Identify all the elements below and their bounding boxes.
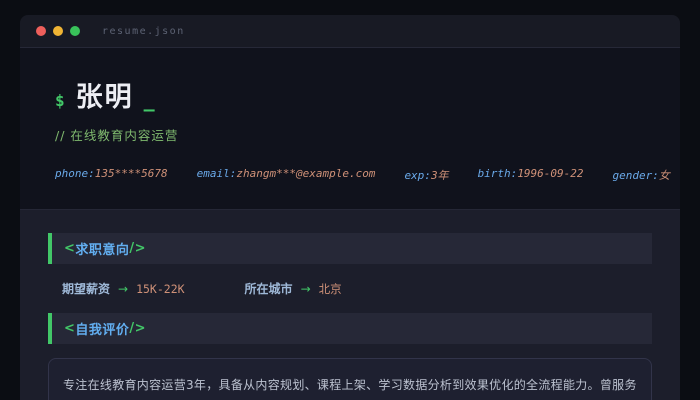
window-title: resume.json <box>102 26 185 37</box>
maximize-button[interactable] <box>70 26 80 36</box>
contact-item-birth: birth:1996-09-22 <box>478 167 584 183</box>
intent-value: 北京 <box>319 281 342 297</box>
contact-key: birth: <box>478 167 518 180</box>
contact-value: 3年 <box>431 169 449 182</box>
contact-row: phone:135****5678 email:zhangm***@exampl… <box>55 167 645 183</box>
tag-open: < <box>64 321 75 336</box>
contact-key: phone: <box>55 167 95 180</box>
contact-value: 女 <box>659 169 670 182</box>
close-button[interactable] <box>36 26 46 36</box>
terminal-window: resume.json $ 张明 _ // 在线教育内容运营 phone:135… <box>20 15 680 400</box>
contact-value: zhangm***@example.com <box>236 167 375 180</box>
contact-item-exp: exp:3年 <box>404 167 448 183</box>
arrow-right-icon: → <box>118 282 128 296</box>
contact-value: 135****5678 <box>95 167 168 180</box>
titlebar: resume.json <box>20 15 680 48</box>
header-section: $ 张明 _ // 在线教育内容运营 phone:135****5678 ema… <box>20 48 680 210</box>
arrow-right-icon: → <box>301 282 311 296</box>
tag-close: /> <box>129 241 146 256</box>
section-title: 自我评价 <box>75 319 129 338</box>
section-title: 求职意向 <box>75 239 129 258</box>
contact-item-phone: phone:135****5678 <box>55 167 168 183</box>
contact-key: email: <box>197 167 237 180</box>
intent-label: 所在城市 <box>245 280 293 297</box>
summary-text: 专注在线教育内容运营3年，具备从内容规划、课程上架、学习数据分析到效果优化的全流… <box>63 374 637 400</box>
prompt-symbol: $ <box>55 91 65 110</box>
contact-key: gender: <box>613 169 659 182</box>
contact-item-gender: gender:女 <box>613 167 670 183</box>
tag-close: /> <box>129 321 146 336</box>
resume-body: <求职意向/> 期望薪资 → 15K-22K 所在城市 → 北京 <自我评价/>… <box>20 210 680 400</box>
tag-open: < <box>64 241 75 256</box>
contact-key: exp: <box>404 169 431 182</box>
intent-item-city: 所在城市 → 北京 <box>245 280 342 297</box>
minimize-button[interactable] <box>53 26 63 36</box>
intent-item-salary: 期望薪资 → 15K-22K <box>62 280 185 297</box>
section-header-intent: <求职意向/> <box>48 233 652 264</box>
contact-value: 1996-09-22 <box>517 167 583 180</box>
intent-row: 期望薪资 → 15K-22K 所在城市 → 北京 <box>48 264 652 313</box>
contact-item-email: email:zhangm***@example.com <box>197 167 376 183</box>
section-header-summary: <自我评价/> <box>48 313 652 344</box>
intent-label: 期望薪资 <box>62 280 110 297</box>
terminal-cursor: _ <box>144 87 155 112</box>
candidate-name: 张明 <box>76 75 134 114</box>
intent-value: 15K-22K <box>136 282 184 296</box>
role-comment: // 在线教育内容运营 <box>55 125 645 144</box>
name-line: $ 张明 _ <box>55 75 645 114</box>
summary-card: 专注在线教育内容运营3年，具备从内容规划、课程上架、学习数据分析到效果优化的全流… <box>48 358 652 400</box>
